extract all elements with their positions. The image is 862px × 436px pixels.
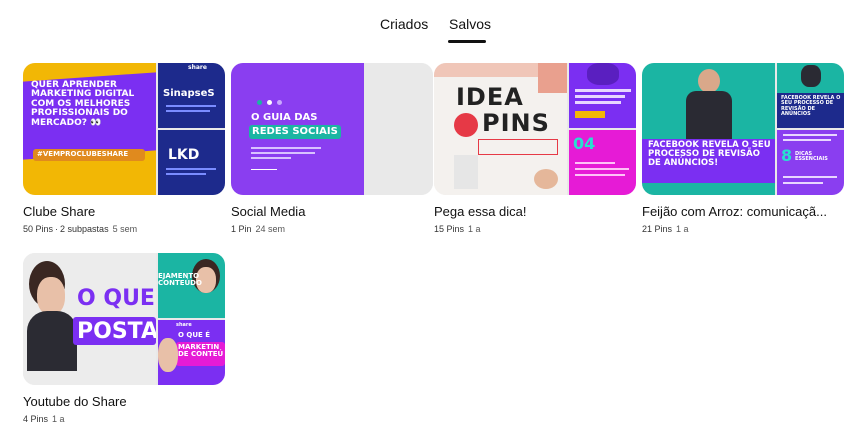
board-title: Clube Share bbox=[23, 204, 96, 219]
board-cover-main-image: QUER APRENDER MARKETING DIGITAL COM OS M… bbox=[23, 63, 156, 195]
board-cover-main-image: FACEBOOK REVELA O SEU PROCESSO DE REVISÃ… bbox=[642, 63, 775, 195]
board-pin-count: 21 Pins bbox=[642, 224, 673, 234]
board-cover-bottom-empty bbox=[366, 130, 433, 195]
board-card-feijao-com-arroz[interactable]: FACEBOOK REVELA O SEU PROCESSO DE REVISÃ… bbox=[642, 63, 844, 234]
board-title: Pega essa dica! bbox=[434, 204, 527, 219]
board-cover-collage: QUER APRENDER MARKETING DIGITAL COM OS M… bbox=[23, 63, 225, 195]
board-cover-main-image: O QUE POSTA bbox=[23, 253, 156, 385]
board-age: 1 a bbox=[676, 224, 689, 234]
board-age: 24 sem bbox=[255, 224, 286, 234]
board-meta: 1 Pin 24 sem bbox=[231, 224, 433, 234]
board-meta: 21 Pins 1 a bbox=[642, 224, 844, 234]
board-cover-top-image bbox=[569, 63, 636, 128]
board-cover-collage: IDEA PINS 04 bbox=[434, 63, 636, 195]
board-tabs: Criados Salvos bbox=[0, 16, 862, 46]
board-pin-count: 15 Pins bbox=[434, 224, 465, 234]
board-card-pega-essa-dica[interactable]: IDEA PINS 04 Pega essa dica! 15 Pins 1 a bbox=[434, 63, 636, 234]
board-subfolder-count: 2 subpastas bbox=[60, 224, 109, 234]
board-cover-top-image: share SinapseS bbox=[158, 63, 225, 128]
board-cover-main-image: IDEA PINS bbox=[434, 63, 567, 195]
board-cover-collage: O QUE POSTA EJAMENTO CONTEÚDO share O QU… bbox=[23, 253, 225, 385]
board-cover-bottom-image: 04 bbox=[569, 130, 636, 195]
board-card-youtube-do-share[interactable]: O QUE POSTA EJAMENTO CONTEÚDO share O QU… bbox=[23, 253, 225, 424]
board-cover-top-empty bbox=[366, 63, 433, 128]
board-meta: 50 Pins · 2 subpastas 5 sem bbox=[23, 224, 225, 234]
board-cover-main-image: O GUIA DAS REDES SOCIAIS bbox=[231, 63, 364, 195]
board-cover-collage: O GUIA DAS REDES SOCIAIS bbox=[231, 63, 433, 195]
board-title: Youtube do Share bbox=[23, 394, 127, 409]
board-card-social-media[interactable]: O GUIA DAS REDES SOCIAIS Social Media 1 … bbox=[231, 63, 433, 234]
board-title: Social Media bbox=[231, 204, 306, 219]
board-age: 1 a bbox=[468, 224, 481, 234]
board-card-clube-share[interactable]: QUER APRENDER MARKETING DIGITAL COM OS M… bbox=[23, 63, 225, 234]
board-pin-count: 1 Pin bbox=[231, 224, 252, 234]
board-cover-bottom-image: 8 DICAS ESSENCIAIS bbox=[777, 130, 844, 195]
meta-separator: · bbox=[55, 224, 59, 234]
board-age: 5 sem bbox=[112, 224, 138, 234]
board-title: Feijão com Arroz: comunicaçã... bbox=[642, 204, 827, 219]
board-cover-bottom-image: LKD bbox=[158, 130, 225, 195]
board-pin-count: 50 Pins bbox=[23, 224, 54, 234]
board-cover-top-image: FACEBOOK REVELA O SEU PROCESSO DE REVISÃ… bbox=[777, 63, 844, 128]
board-cover-collage: FACEBOOK REVELA O SEU PROCESSO DE REVISÃ… bbox=[642, 63, 844, 195]
board-cover-top-image: EJAMENTO CONTEÚDO bbox=[158, 253, 225, 318]
tab-salvos[interactable]: Salvos bbox=[449, 16, 491, 32]
board-cover-bottom-image: share O QUE É MARKETIN DE CONTEÚ bbox=[158, 320, 225, 385]
tab-criados[interactable]: Criados bbox=[380, 16, 428, 32]
board-meta: 15 Pins 1 a bbox=[434, 224, 636, 234]
board-age: 1 a bbox=[52, 414, 65, 424]
board-pin-count: 4 Pins bbox=[23, 414, 49, 424]
active-tab-indicator bbox=[448, 40, 486, 43]
board-meta: 4 Pins 1 a bbox=[23, 414, 225, 424]
